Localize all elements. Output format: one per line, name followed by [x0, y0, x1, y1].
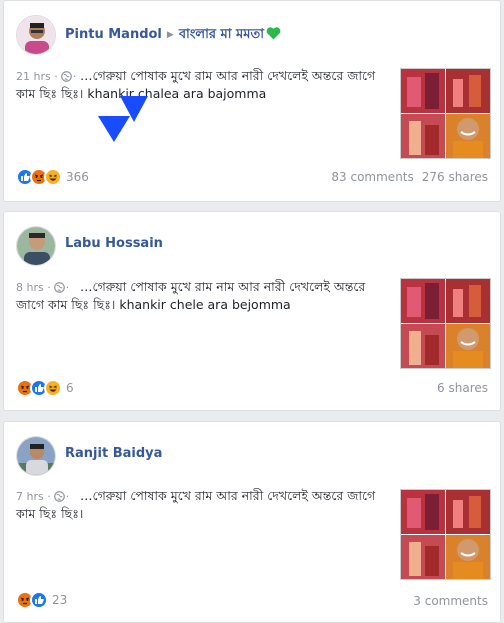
green-heart-icon: [266, 27, 281, 40]
avatar[interactable]: [16, 436, 56, 476]
feed-post: Pintu Mandol ▶ বাংলার মা মমতা 21 hrs · · …গ…: [3, 0, 501, 202]
group-name[interactable]: বাংলার মা মমতা: [179, 27, 264, 42]
avatar[interactable]: [16, 226, 56, 266]
shares-count-link[interactable]: 276 shares: [422, 170, 488, 184]
post-stats: 3 comments: [405, 594, 488, 608]
reaction-count: 23: [52, 593, 68, 607]
shares-count-link[interactable]: 6 shares: [437, 381, 488, 395]
post-header: Labu Hossain: [65, 236, 163, 251]
shared-to-arrow-icon: ▶: [166, 30, 174, 40]
post-image[interactable]: [400, 489, 491, 580]
reaction-count: 6: [66, 381, 74, 395]
haha-reaction-icon: [44, 379, 62, 397]
post-text: …গেরুয়া পোষাক মুখে রাম নাম আর নারী দেখল…: [16, 279, 366, 312]
author-name[interactable]: Pintu Mandol: [65, 27, 162, 42]
post-text: …গেরুয়া পোষাক মুখে রাম আর নারী দেখলেই অ…: [16, 68, 376, 101]
feed-post: Labu Hossain 8 hrs · · …গেরুয়া পোষাক মুখ…: [3, 211, 501, 411]
feed-post: Ranjit Baidya 7 hrs · · …গেরুয়া পোষাক মু…: [3, 421, 501, 623]
author-name[interactable]: Ranjit Baidya: [65, 446, 162, 461]
haha-reaction-icon: [44, 168, 62, 186]
comments-count-link[interactable]: 83 comments: [331, 170, 413, 184]
post-image[interactable]: [400, 278, 491, 369]
author-name[interactable]: Labu Hossain: [65, 236, 163, 251]
like-reaction-icon: [30, 591, 48, 609]
avatar[interactable]: [16, 15, 56, 55]
pointer-cursor-icon: [98, 96, 148, 142]
post-image[interactable]: [400, 68, 491, 159]
post-header: Pintu Mandol ▶ বাংলার মা মমতা: [65, 25, 281, 46]
post-stats: 83 comments 276 shares: [323, 170, 488, 184]
reaction-count: 366: [66, 170, 89, 184]
reaction-summary[interactable]: 366: [16, 168, 89, 186]
post-text: …গেরুয়া পোষাক মুখে রাম আর নারী দেখলেই অ…: [16, 488, 376, 521]
reaction-summary[interactable]: 23: [16, 591, 67, 609]
post-stats: 6 shares: [429, 381, 488, 395]
reaction-summary[interactable]: 6: [16, 379, 74, 397]
post-header: Ranjit Baidya: [65, 446, 162, 461]
comments-count-link[interactable]: 3 comments: [413, 594, 488, 608]
